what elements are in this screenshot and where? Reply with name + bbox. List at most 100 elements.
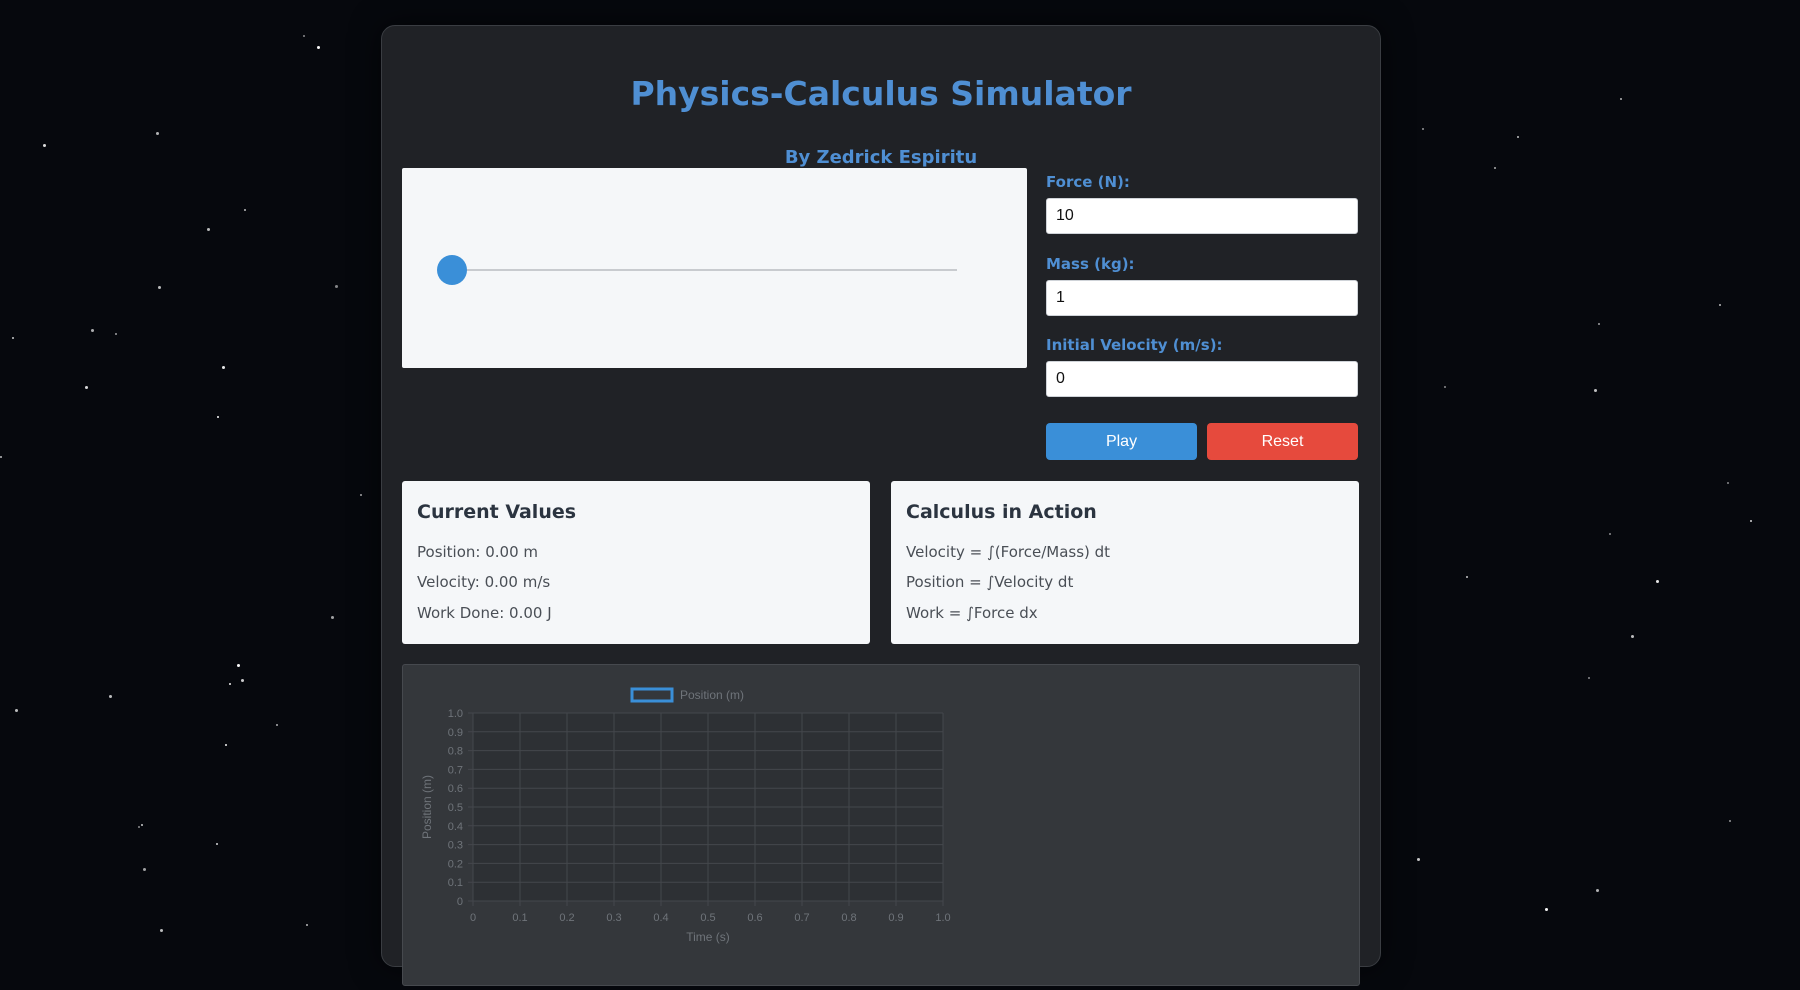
star-dot — [1588, 677, 1590, 679]
position-formula: Position = ∫Velocity dt — [906, 573, 1074, 591]
star-dot — [156, 132, 159, 135]
simulation-canvas — [402, 168, 1027, 368]
star-dot — [360, 494, 362, 496]
y-tick-label: 0.4 — [448, 821, 463, 833]
star-dot — [244, 209, 246, 211]
star-dot — [1609, 533, 1611, 535]
y-tick-label: 0.5 — [448, 802, 463, 814]
x-tick-label: 0.7 — [794, 912, 809, 924]
star-dot — [43, 144, 46, 147]
star-dot — [276, 724, 278, 726]
star-dot — [12, 337, 14, 339]
legend-label: Position (m) — [680, 688, 744, 702]
star-dot — [1517, 136, 1519, 138]
star-dot — [303, 35, 305, 37]
y-tick-label: 0.2 — [448, 858, 463, 870]
y-tick-label: 0.6 — [448, 783, 463, 795]
play-button[interactable]: Play — [1046, 423, 1197, 460]
simulator-panel: Physics-Calculus Simulator By Zedrick Es… — [381, 25, 1381, 986]
mass-input[interactable] — [1046, 280, 1358, 316]
y-axis-title: Position (m) — [420, 775, 434, 839]
star-dot — [1494, 167, 1496, 169]
x-tick-label: 1.0 — [935, 912, 950, 924]
star-dot — [222, 366, 225, 369]
mass-label: Mass (kg): — [1046, 255, 1135, 273]
current-values-card: Current Values Position: 0.00 m Velocity… — [402, 481, 870, 644]
star-dot — [91, 329, 94, 332]
x-tick-label: 0.5 — [700, 912, 715, 924]
y-tick-label: 0.9 — [448, 727, 463, 739]
x-tick-label: 0.3 — [606, 912, 621, 924]
star-dot — [317, 46, 320, 49]
x-tick-label: 0.6 — [747, 912, 762, 924]
star-dot — [1466, 576, 1468, 578]
initial-velocity-input[interactable] — [1046, 361, 1358, 397]
star-dot — [241, 679, 244, 682]
initial-velocity-label: Initial Velocity (m/s): — [1046, 336, 1223, 354]
current-values-heading: Current Values — [417, 501, 577, 523]
star-dot — [158, 286, 161, 289]
star-dot — [115, 333, 117, 335]
work-readout: Work Done: 0.00 J — [417, 604, 552, 622]
moving-object — [437, 255, 467, 285]
star-dot — [1444, 386, 1446, 388]
star-dot — [1417, 858, 1420, 861]
star-dot — [141, 824, 143, 826]
star-dot — [143, 868, 146, 871]
position-chart: 0 0.1 0.2 0.3 0.4 0.5 0.6 0.7 0.8 0.9 1.0 0 0.1 0.2 0.… — [420, 687, 951, 944]
star-dot — [1719, 304, 1721, 306]
y-tick-label: 0.1 — [448, 877, 463, 889]
x-axis-title: Time (s) — [686, 930, 730, 944]
y-tick-label: 0.3 — [448, 840, 463, 852]
x-tick-label: 0 — [470, 912, 476, 924]
star-dot — [85, 386, 88, 389]
page-title: Physics-Calculus Simulator — [630, 74, 1132, 113]
star-dot — [1598, 323, 1600, 325]
star-dot — [217, 416, 219, 418]
y-tick-label: 0.7 — [448, 764, 463, 776]
star-dot — [225, 744, 227, 746]
x-tick-label: 0.9 — [888, 912, 903, 924]
x-tick-label: 0.1 — [512, 912, 527, 924]
position-readout: Position: 0.00 m — [417, 543, 539, 561]
author-subtitle: By Zedrick Espiritu — [784, 147, 978, 168]
star-dot — [138, 826, 140, 828]
velocity-readout: Velocity: 0.00 m/s — [417, 573, 551, 591]
x-tick-label: 0.2 — [559, 912, 574, 924]
star-dot — [237, 664, 240, 667]
calculus-heading: Calculus in Action — [906, 501, 1097, 523]
y-tick-label: 0 — [457, 896, 463, 908]
force-label: Force (N): — [1046, 173, 1130, 191]
reset-button[interactable]: Reset — [1207, 423, 1358, 460]
star-dot — [160, 929, 163, 932]
star-dot — [331, 616, 334, 619]
star-dot — [207, 228, 210, 231]
star-dot — [15, 709, 18, 712]
star-dot — [1656, 580, 1659, 583]
star-dot — [216, 843, 218, 845]
star-dot — [1727, 482, 1729, 484]
star-dot — [1596, 889, 1599, 892]
star-dot — [1422, 128, 1424, 130]
star-dot — [1545, 908, 1548, 911]
star-dot — [0, 456, 2, 458]
star-dot — [335, 285, 338, 288]
star-dot — [1620, 98, 1622, 100]
star-dot — [306, 924, 308, 926]
velocity-formula: Velocity = ∫(Force/Mass) dt — [906, 543, 1111, 561]
force-input[interactable] — [1046, 198, 1358, 234]
star-dot — [1750, 520, 1752, 522]
y-tick-label: 0.8 — [448, 746, 463, 758]
y-tick-label: 1.0 — [448, 708, 463, 720]
calculus-card: Calculus in Action Velocity = ∫(Force/Ma… — [891, 481, 1359, 644]
star-dot — [229, 683, 231, 685]
star-dot — [109, 695, 112, 698]
work-formula: Work = ∫Force dx — [906, 604, 1038, 622]
x-tick-label: 0.4 — [653, 912, 668, 924]
motion-track — [454, 269, 957, 271]
star-dot — [1631, 635, 1634, 638]
legend-swatch — [630, 687, 674, 703]
x-tick-label: 0.8 — [841, 912, 856, 924]
star-dot — [1594, 389, 1597, 392]
star-dot — [1729, 820, 1731, 822]
